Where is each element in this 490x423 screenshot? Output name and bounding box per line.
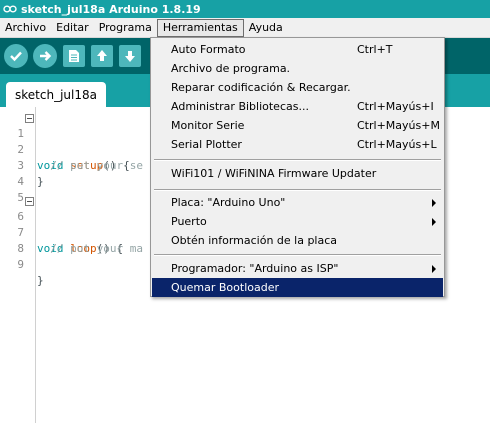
submenu-arrow-icon bbox=[432, 265, 436, 273]
menu-item-label: Administrar Bibliotecas... bbox=[171, 100, 309, 113]
menu-monitor-serie[interactable]: Monitor Serie Ctrl+Mayús+M bbox=[152, 116, 443, 135]
tab-sketch[interactable]: sketch_jul18a bbox=[6, 82, 106, 107]
menu-item-label: Obtén información de la placa bbox=[171, 234, 338, 247]
menu-item-shortcut: Ctrl+Mayús+L bbox=[357, 138, 437, 151]
menu-firmware-updater[interactable]: WiFi101 / WiFiNINA Firmware Updater bbox=[152, 164, 443, 183]
menu-item-label: Reparar codificación & Recargar. bbox=[171, 81, 351, 94]
menu-item-label: Monitor Serie bbox=[171, 119, 245, 132]
open-icon bbox=[97, 50, 107, 61]
menu-item-label: Archivo de programa. bbox=[171, 62, 291, 75]
menu-item-label: Quemar Bootloader bbox=[171, 281, 279, 294]
window-title: sketch_jul18a Arduino 1.8.19 bbox=[21, 2, 201, 16]
menu-placa[interactable]: Placa: "Arduino Uno" bbox=[152, 193, 443, 212]
code-line: 9 } bbox=[0, 241, 43, 287]
menu-separator bbox=[154, 254, 441, 256]
code-text: // put your se bbox=[37, 158, 143, 174]
comment: // put your se bbox=[50, 159, 143, 172]
herramientas-dropdown: Auto Formato Ctrl+T Archivo de programa.… bbox=[150, 37, 445, 297]
menu-archivo-programa[interactable]: Archivo de programa. bbox=[152, 59, 443, 78]
menu-auto-formato[interactable]: Auto Formato Ctrl+T bbox=[152, 40, 443, 59]
code-line: 7 // put your ma bbox=[0, 209, 143, 255]
menu-item-label: Serial Plotter bbox=[171, 138, 242, 151]
menu-herramientas[interactable]: Herramientas bbox=[156, 18, 244, 37]
menu-separator bbox=[154, 159, 441, 161]
menu-ayuda[interactable]: Ayuda bbox=[244, 19, 288, 37]
title-bar: sketch_jul18a Arduino 1.8.19 bbox=[0, 0, 490, 18]
upload-icon bbox=[40, 51, 52, 61]
code-text: } bbox=[37, 274, 44, 287]
code-line: } bbox=[0, 158, 44, 188]
menu-archivo[interactable]: Archivo bbox=[0, 19, 51, 37]
menu-quemar-bootloader[interactable]: Quemar Bootloader bbox=[152, 278, 443, 297]
fold-toggle[interactable] bbox=[25, 114, 34, 123]
menu-info-placa[interactable]: Obtén información de la placa bbox=[152, 231, 443, 250]
submenu-arrow-icon bbox=[432, 218, 436, 226]
upload-button[interactable] bbox=[33, 44, 57, 68]
code-text: } bbox=[37, 175, 44, 188]
menu-puerto[interactable]: Puerto bbox=[152, 212, 443, 231]
verify-button[interactable] bbox=[4, 44, 28, 68]
menu-bar: Archivo Editar Programa Herramientas Ayu… bbox=[0, 18, 490, 38]
comment: // put your ma bbox=[50, 242, 143, 255]
line-number: 9 bbox=[17, 258, 24, 271]
menu-editar[interactable]: Editar bbox=[51, 19, 94, 37]
menu-administrar-bibliotecas[interactable]: Administrar Bibliotecas... Ctrl+Mayús+I bbox=[152, 97, 443, 116]
menu-item-label: Programador: "Arduino as ISP" bbox=[171, 262, 339, 275]
new-button[interactable] bbox=[63, 45, 85, 67]
save-icon bbox=[125, 51, 135, 62]
menu-separator bbox=[154, 189, 441, 191]
new-icon bbox=[69, 50, 79, 62]
menu-item-label: Placa: "Arduino Uno" bbox=[171, 196, 286, 209]
menu-programa[interactable]: Programa bbox=[94, 19, 157, 37]
menu-item-shortcut: Ctrl+Mayús+M bbox=[357, 119, 440, 132]
menu-item-shortcut: Ctrl+T bbox=[357, 43, 393, 56]
menu-serial-plotter[interactable]: Serial Plotter Ctrl+Mayús+L bbox=[152, 135, 443, 154]
arduino-infinity-icon bbox=[3, 3, 17, 15]
save-button[interactable] bbox=[119, 45, 141, 67]
code-line: 8 bbox=[0, 225, 27, 255]
menu-item-shortcut: Ctrl+Mayús+I bbox=[357, 100, 434, 113]
code-line: 6 void loop() { bbox=[0, 193, 123, 255]
code-line: 2 // put your se bbox=[0, 126, 143, 172]
menu-item-label: WiFi101 / WiFiNINA Firmware Updater bbox=[171, 167, 377, 180]
menu-item-label: Puerto bbox=[171, 215, 207, 228]
code-line: 5 bbox=[0, 174, 27, 204]
fold-toggle[interactable] bbox=[25, 197, 34, 206]
submenu-arrow-icon bbox=[432, 199, 436, 207]
menu-programador[interactable]: Programador: "Arduino as ISP" bbox=[152, 259, 443, 278]
open-button[interactable] bbox=[91, 45, 113, 67]
verify-icon bbox=[10, 51, 22, 62]
code-line: 3 bbox=[0, 142, 27, 172]
code-text: // put your ma bbox=[37, 241, 143, 257]
menu-item-label: Auto Formato bbox=[171, 43, 246, 56]
menu-reparar-codificacion[interactable]: Reparar codificación & Recargar. bbox=[152, 78, 443, 97]
gutter-divider bbox=[35, 107, 36, 423]
code-line: 1 void setup() { bbox=[0, 110, 130, 172]
